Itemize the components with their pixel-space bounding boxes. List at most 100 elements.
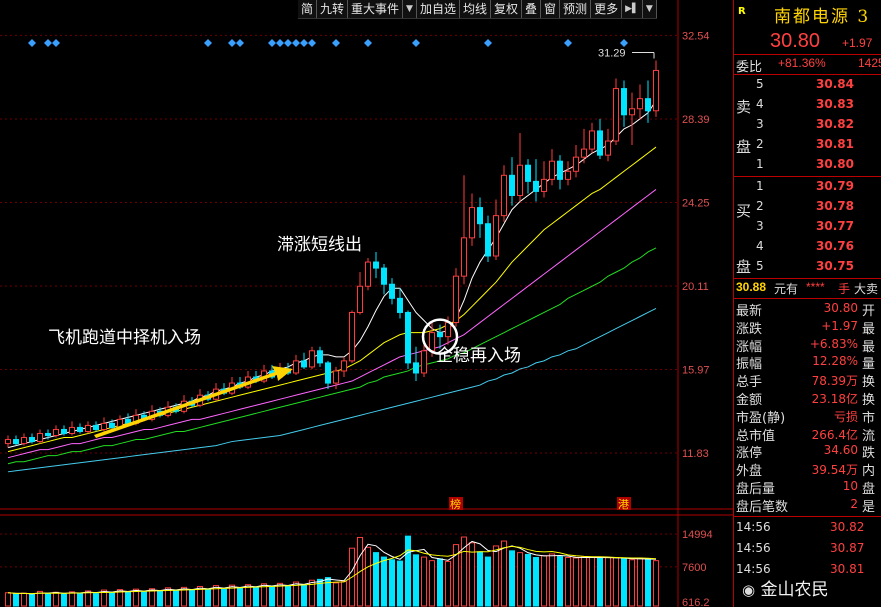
- ask-price[interactable]: 30.82: [816, 117, 854, 131]
- candle[interactable]: [101, 417, 107, 432]
- signal-diamond-icon[interactable]: [300, 39, 308, 47]
- volume-tick-label: 14994: [682, 529, 713, 541]
- candle[interactable]: [69, 421, 75, 436]
- volume-bar: [381, 556, 387, 607]
- signal-diamond-icon[interactable]: [292, 39, 300, 47]
- candle[interactable]: [509, 157, 515, 206]
- candle[interactable]: [621, 80, 627, 127]
- collapse-panel-icon[interactable]: ▶▌: [622, 0, 643, 18]
- candle[interactable]: [501, 165, 507, 222]
- toolbar-btn-7[interactable]: 窗: [541, 0, 561, 18]
- candle[interactable]: [653, 60, 659, 117]
- candle[interactable]: [589, 122, 595, 154]
- candle[interactable]: [85, 421, 91, 434]
- toolbar-btn-3[interactable]: 加自选: [417, 0, 460, 18]
- candle[interactable]: [21, 433, 27, 446]
- candle[interactable]: [365, 258, 371, 291]
- signal-diamond-icon[interactable]: [28, 39, 36, 47]
- signal-diamond-icon[interactable]: [204, 39, 212, 47]
- candle[interactable]: [461, 175, 467, 285]
- candle[interactable]: [77, 423, 83, 434]
- bid-price[interactable]: 30.79: [816, 179, 854, 193]
- toolbar-btn-5[interactable]: 复权: [491, 0, 523, 18]
- ask-price[interactable]: 30.81: [816, 137, 854, 151]
- candle[interactable]: [229, 377, 235, 396]
- candle[interactable]: [533, 159, 539, 202]
- signal-diamond-icon[interactable]: [276, 39, 284, 47]
- candle[interactable]: [597, 118, 603, 160]
- toolbar-btn-8[interactable]: 预测: [560, 0, 592, 18]
- candle[interactable]: [557, 155, 563, 190]
- signal-diamond-icon[interactable]: [284, 39, 292, 47]
- candle[interactable]: [397, 288, 403, 319]
- candle[interactable]: [301, 352, 307, 369]
- ask-price[interactable]: 30.84: [816, 77, 854, 91]
- candle[interactable]: [93, 421, 99, 432]
- signal-diamond-icon[interactable]: [308, 39, 316, 47]
- candle[interactable]: [517, 132, 523, 202]
- signal-diamond-icon[interactable]: [332, 39, 340, 47]
- candle[interactable]: [37, 429, 43, 444]
- candle[interactable]: [5, 435, 11, 448]
- signal-diamond-icon[interactable]: [236, 39, 244, 47]
- candle[interactable]: [613, 78, 619, 146]
- stock-name[interactable]: 南都电源 3: [774, 2, 870, 27]
- candle[interactable]: [485, 215, 491, 263]
- signal-diamond-icon[interactable]: [268, 39, 276, 47]
- dropdown-arrow-icon[interactable]: ▼: [643, 0, 657, 18]
- candle[interactable]: [317, 346, 323, 367]
- candle[interactable]: [453, 268, 459, 327]
- candle-body: [37, 432, 43, 443]
- candle[interactable]: [565, 161, 571, 186]
- volume-bar: [77, 592, 83, 607]
- dropdown-arrow-icon[interactable]: ▼: [403, 0, 417, 18]
- candle[interactable]: [389, 278, 395, 305]
- candle[interactable]: [645, 80, 651, 123]
- toolbar-btn-0[interactable]: 简: [298, 0, 318, 18]
- candle[interactable]: [405, 310, 411, 369]
- candle[interactable]: [373, 251, 379, 279]
- candle[interactable]: [13, 435, 19, 446]
- toolbar-btn-2[interactable]: 重大事件: [348, 0, 404, 18]
- candle[interactable]: [261, 364, 267, 384]
- candle[interactable]: [525, 159, 531, 194]
- candle[interactable]: [381, 264, 387, 295]
- candle[interactable]: [477, 197, 483, 238]
- signal-diamond-icon[interactable]: [52, 39, 60, 47]
- candle-body: [613, 88, 619, 142]
- candle[interactable]: [469, 193, 475, 246]
- volume-bar: [29, 594, 35, 607]
- candle[interactable]: [309, 346, 315, 369]
- candle[interactable]: [325, 360, 331, 390]
- signal-diamond-icon[interactable]: [412, 39, 420, 47]
- signal-diamond-icon[interactable]: [564, 39, 572, 47]
- toolbar-btn-1[interactable]: 九转: [317, 0, 349, 18]
- signal-diamond-icon[interactable]: [484, 39, 492, 47]
- toolbar-btn-9[interactable]: 更多: [591, 0, 623, 18]
- bid-price[interactable]: 30.75: [816, 259, 854, 273]
- candle[interactable]: [349, 310, 355, 363]
- toolbar-btn-4[interactable]: 均线: [460, 0, 491, 18]
- candle[interactable]: [53, 425, 59, 438]
- candle[interactable]: [493, 199, 499, 261]
- candle[interactable]: [637, 84, 643, 119]
- toolbar-btn-6[interactable]: 叠: [522, 0, 542, 18]
- candle[interactable]: [605, 128, 611, 162]
- signal-diamond-icon[interactable]: [620, 39, 628, 47]
- kline-chart[interactable]: 32.54 28.39 24.25 20.11 15.97 11.83 14994 7600 6…: [0, 0, 733, 607]
- candle[interactable]: [549, 149, 555, 186]
- candle[interactable]: [245, 370, 251, 390]
- candle[interactable]: [293, 354, 299, 375]
- ask-price[interactable]: 30.83: [816, 97, 854, 111]
- candle[interactable]: [541, 161, 547, 198]
- signal-diamond-icon[interactable]: [44, 39, 52, 47]
- candle[interactable]: [357, 272, 363, 315]
- bid-price[interactable]: 30.77: [816, 219, 854, 233]
- candle[interactable]: [573, 145, 579, 178]
- bid-price[interactable]: 30.78: [816, 199, 854, 213]
- bid-price[interactable]: 30.76: [816, 239, 854, 253]
- signal-diamond-icon[interactable]: [364, 39, 372, 47]
- candle[interactable]: [341, 356, 347, 378]
- ask-price[interactable]: 30.80: [816, 157, 854, 171]
- signal-diamond-icon[interactable]: [228, 39, 236, 47]
